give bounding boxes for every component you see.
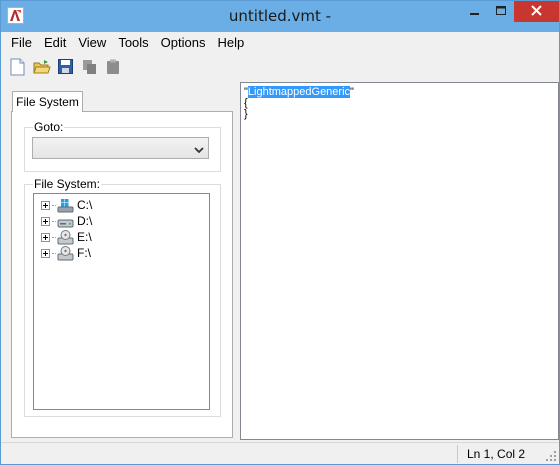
status-bar: Ln 1, Col 2 [1, 442, 559, 464]
tab-file-system[interactable]: File System [12, 91, 83, 112]
menu-bar: File Edit View Tools Options Help [1, 33, 559, 53]
menu-edit[interactable]: Edit [38, 33, 72, 53]
expand-icon[interactable] [41, 232, 50, 242]
title-bar[interactable]: untitled.vmt - [1, 1, 559, 32]
tree-item-c[interactable]: C:\ [41, 197, 92, 213]
copy-icon [82, 59, 98, 78]
menu-view[interactable]: View [72, 33, 112, 53]
selected-text: LightmappedGeneric [247, 86, 351, 98]
editor-content: "LightmappedGeneric" { } [244, 86, 354, 120]
open-button[interactable] [31, 58, 52, 79]
drive-label: E:\ [77, 230, 92, 244]
save-icon [58, 59, 73, 77]
menu-help[interactable]: Help [211, 33, 250, 53]
file-system-panel: Goto: File System: C:\ D:\ E:\ F:\ [11, 111, 233, 438]
menu-tools[interactable]: Tools [112, 33, 154, 53]
new-file-icon [10, 58, 26, 79]
drive-label: C:\ [77, 198, 93, 212]
hard-drive-icon [57, 214, 74, 229]
text-editor[interactable]: "LightmappedGeneric" { } [240, 82, 559, 440]
quote-close: " [350, 86, 354, 98]
cursor-position: Ln 1, Col 2 [467, 447, 526, 461]
tree-item-e[interactable]: E:\ [41, 229, 92, 245]
drive-tree[interactable]: C:\ D:\ E:\ F:\ [33, 193, 210, 410]
drive-label: F:\ [77, 246, 91, 260]
paste-button[interactable] [103, 58, 124, 79]
toolbar [1, 55, 559, 81]
expand-icon[interactable] [41, 248, 50, 258]
status-separator [457, 445, 458, 463]
tree-item-f[interactable]: F:\ [41, 245, 91, 261]
expand-icon[interactable] [41, 200, 50, 210]
minimize-icon [469, 5, 480, 19]
close-button[interactable] [514, 1, 559, 22]
copy-button[interactable] [79, 58, 100, 79]
windows-drive-icon [57, 198, 74, 213]
cd-drive-icon [57, 245, 74, 261]
paste-icon [106, 59, 121, 78]
tree-item-d[interactable]: D:\ [41, 213, 92, 229]
menu-file[interactable]: File [5, 33, 38, 53]
resize-grip-icon[interactable] [545, 450, 557, 462]
drive-label: D:\ [77, 214, 93, 228]
menu-options[interactable]: Options [155, 33, 212, 53]
goto-label: Goto: [33, 120, 65, 134]
goto-dropdown[interactable] [32, 137, 209, 159]
maximize-button[interactable] [488, 1, 514, 22]
editor-line-3: } [244, 108, 248, 120]
chevron-down-icon [194, 143, 204, 157]
cd-drive-icon [57, 229, 74, 245]
save-button[interactable] [55, 58, 76, 79]
expand-icon[interactable] [41, 216, 50, 226]
app-window: untitled.vmt - File Edit View Tools Opti… [0, 0, 560, 465]
maximize-icon [496, 5, 506, 19]
new-file-button[interactable] [7, 58, 28, 79]
open-folder-icon [32, 59, 51, 78]
minimize-button[interactable] [461, 1, 488, 22]
file-system-label: File System: [33, 177, 102, 191]
close-icon [531, 4, 542, 19]
